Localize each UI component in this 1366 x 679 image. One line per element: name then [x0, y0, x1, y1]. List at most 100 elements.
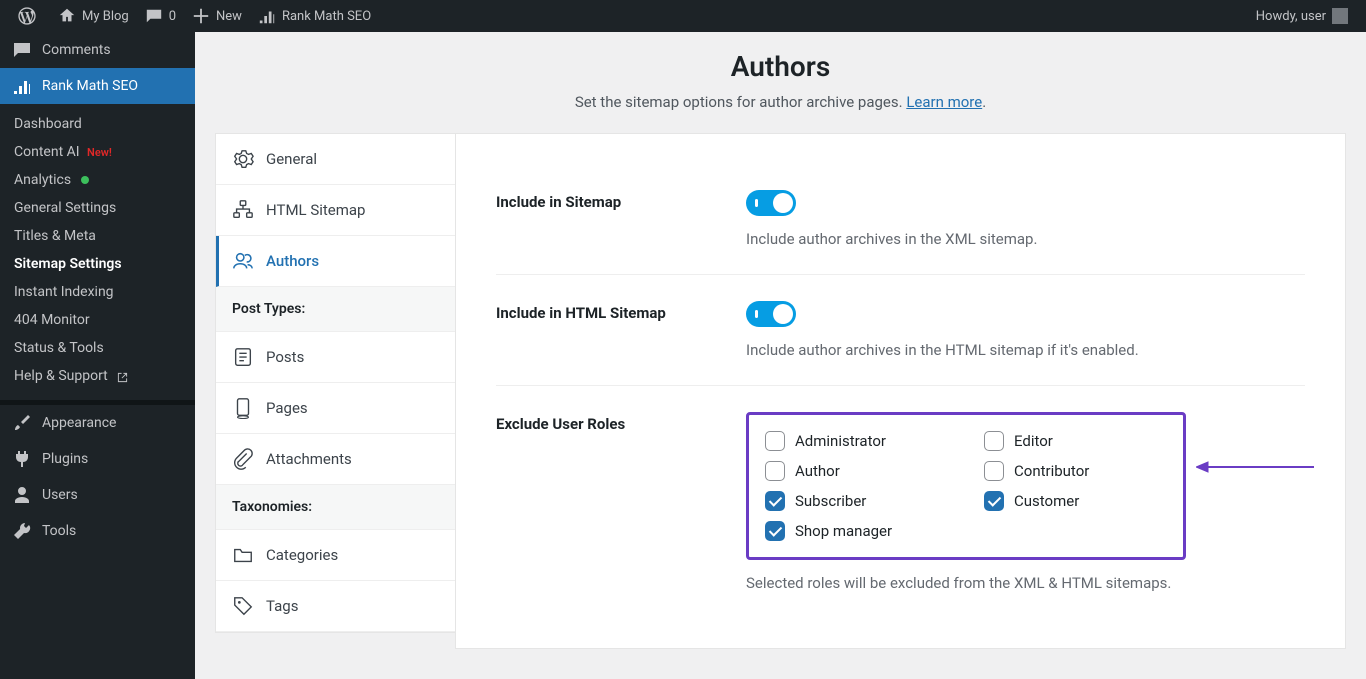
page-subtitle-after: . — [982, 93, 986, 111]
submenu-instant-indexing[interactable]: Instant Indexing — [0, 278, 195, 306]
submenu-titles-meta[interactable]: Titles & Meta — [0, 222, 195, 250]
tab-pages-label: Pages — [266, 399, 308, 417]
tab-attachments-label: Attachments — [266, 450, 352, 468]
rankmath-submenu: Dashboard Content AI New! Analytics Gene… — [0, 104, 195, 400]
wordpress-icon — [18, 7, 36, 25]
field-include-sitemap: Include in Sitemap Include author archiv… — [496, 164, 1305, 275]
home-icon — [58, 7, 76, 25]
comments-link[interactable]: 0 — [137, 0, 184, 32]
menu-comments[interactable]: Comments — [0, 32, 195, 68]
role-checkbox-label: Author — [795, 462, 840, 480]
submenu-content-ai[interactable]: Content AI New! — [0, 138, 195, 166]
wp-logo[interactable] — [10, 0, 50, 32]
field-include-html: Include in HTML Sitemap Include author a… — [496, 275, 1305, 386]
submenu-sitemap-settings[interactable]: Sitemap Settings — [0, 250, 195, 278]
new-label: New — [216, 9, 242, 24]
submenu-general-settings[interactable]: General Settings — [0, 194, 195, 222]
post-icon — [232, 346, 254, 368]
page-title: Authors — [215, 50, 1346, 83]
tab-group-taxonomies: Taxonomies: — [216, 485, 455, 530]
page-subtitle: Set the sitemap options for author archi… — [575, 93, 907, 111]
role-checkbox-label: Contributor — [1014, 462, 1089, 480]
menu-rankmath-label: Rank Math SEO — [42, 78, 138, 94]
role-checkbox-label: Subscriber — [795, 492, 866, 510]
role-checkbox-input[interactable] — [984, 461, 1004, 481]
role-checkbox-input[interactable] — [765, 521, 785, 541]
include-sitemap-toggle[interactable] — [746, 190, 796, 216]
menu-comments-label: Comments — [42, 42, 111, 58]
role-checkbox-label: Customer — [1014, 492, 1079, 510]
menu-appearance[interactable]: Appearance — [0, 405, 195, 441]
tab-html-sitemap-label: HTML Sitemap — [266, 201, 366, 219]
include-html-label: Include in HTML Sitemap — [496, 301, 706, 359]
include-sitemap-desc: Include author archives in the XML sitem… — [746, 230, 1305, 248]
tab-attachments[interactable]: Attachments — [216, 434, 455, 485]
new-badge: New! — [87, 146, 112, 159]
submenu-404-monitor[interactable]: 404 Monitor — [0, 306, 195, 334]
role-checkbox-input[interactable] — [765, 491, 785, 511]
tab-tags[interactable]: Tags — [216, 581, 455, 632]
tab-general[interactable]: General — [216, 134, 455, 185]
rankmath-toolbar[interactable]: Rank Math SEO — [250, 0, 379, 32]
exclude-roles-desc: Selected roles will be excluded from the… — [746, 574, 1305, 592]
submenu-analytics[interactable]: Analytics — [0, 166, 195, 194]
menu-rankmath[interactable]: Rank Math SEO — [0, 68, 195, 104]
wrench-icon — [12, 521, 32, 541]
submenu-analytics-label: Analytics — [14, 172, 71, 188]
rankmath-toolbar-label: Rank Math SEO — [282, 9, 371, 24]
learn-more-link[interactable]: Learn more — [906, 93, 982, 111]
role-checkbox-input[interactable] — [984, 491, 1004, 511]
role-checkbox-contributor[interactable]: Contributor — [984, 461, 1163, 481]
role-checkbox-label: Shop manager — [795, 522, 892, 540]
tab-categories-label: Categories — [266, 546, 338, 564]
tab-posts-label: Posts — [266, 348, 304, 366]
role-checkbox-label: Editor — [1014, 432, 1053, 450]
page-header: Authors Set the sitemap options for auth… — [195, 32, 1366, 133]
gear-icon — [232, 148, 254, 170]
role-checkbox-input[interactable] — [765, 461, 785, 481]
role-checkbox-input[interactable] — [765, 431, 785, 451]
brush-icon — [12, 413, 32, 433]
tab-html-sitemap[interactable]: HTML Sitemap — [216, 185, 455, 236]
submenu-dashboard[interactable]: Dashboard — [0, 110, 195, 138]
tab-authors[interactable]: Authors — [216, 236, 455, 287]
external-link-icon — [117, 371, 128, 382]
tab-general-label: General — [266, 150, 317, 168]
wp-admin-sidebar: Comments Rank Math SEO Dashboard Content… — [0, 32, 195, 679]
role-checkbox-subscriber[interactable]: Subscriber — [765, 491, 944, 511]
role-checkbox-shop-manager[interactable]: Shop manager — [765, 521, 944, 541]
folder-icon — [232, 544, 254, 566]
tab-categories[interactable]: Categories — [216, 530, 455, 581]
site-name-link[interactable]: My Blog — [50, 0, 137, 32]
sitemap-icon — [232, 199, 254, 221]
howdy-user[interactable]: Howdy, user — [1248, 0, 1356, 32]
submenu-help-label: Help & Support — [14, 368, 108, 384]
exclude-roles-group: Administrator Editor Author Contributor Subs… — [746, 412, 1186, 560]
role-checkbox-customer[interactable]: Customer — [984, 491, 1163, 511]
tab-posts[interactable]: Posts — [216, 332, 455, 383]
submenu-status-tools[interactable]: Status & Tools — [0, 334, 195, 362]
menu-appearance-label: Appearance — [42, 415, 116, 431]
include-html-desc: Include author archives in the HTML site… — [746, 341, 1305, 359]
include-html-toggle[interactable] — [746, 301, 796, 327]
role-checkbox-administrator[interactable]: Administrator — [765, 431, 944, 451]
role-checkbox-input[interactable] — [984, 431, 1004, 451]
menu-tools-label: Tools — [42, 523, 76, 539]
menu-plugins[interactable]: Plugins — [0, 441, 195, 477]
settings-panel: Include in Sitemap Include author archiv… — [455, 133, 1346, 649]
menu-tools[interactable]: Tools — [0, 513, 195, 549]
page-icon — [232, 397, 254, 419]
submenu-help-support[interactable]: Help & Support — [0, 362, 195, 390]
tag-icon — [232, 595, 254, 617]
status-dot-icon — [81, 176, 89, 184]
attachment-icon — [232, 448, 254, 470]
comment-icon — [145, 7, 163, 25]
user-icon — [12, 485, 32, 505]
new-content-link[interactable]: New — [184, 0, 250, 32]
menu-users[interactable]: Users — [0, 477, 195, 513]
role-checkbox-editor[interactable]: Editor — [984, 431, 1163, 451]
role-checkbox-author[interactable]: Author — [765, 461, 944, 481]
tab-pages[interactable]: Pages — [216, 383, 455, 434]
rankmath-icon — [258, 7, 276, 25]
rankmath-icon — [12, 76, 32, 96]
